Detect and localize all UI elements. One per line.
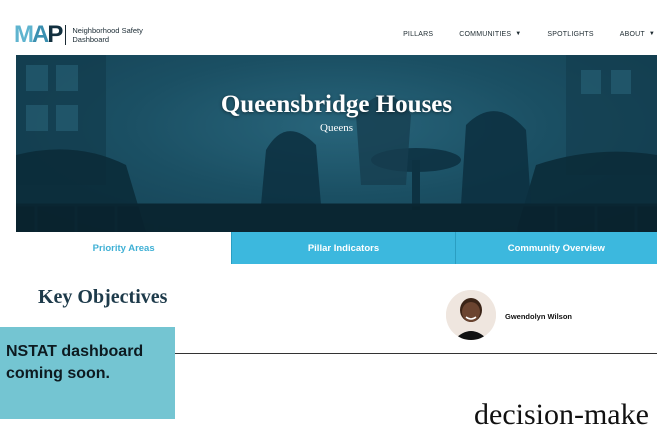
logo-separator	[65, 25, 67, 45]
tab-community-overview[interactable]: Community Overview	[454, 232, 657, 264]
nav-about[interactable]: ABOUT ▼	[620, 31, 655, 38]
nav-spotlights-label: SPOTLIGHTS	[547, 30, 594, 38]
nav-pillars[interactable]: PILLARS	[403, 31, 433, 38]
hero-background-image	[16, 55, 657, 232]
caret-down-icon: ▼	[515, 31, 522, 37]
person-photo	[446, 290, 496, 340]
nav-pillars-label: PILLARS	[403, 30, 434, 38]
nav-communities[interactable]: COMMUNITIES ▼	[459, 31, 521, 38]
nav-about-label: ABOUT	[619, 30, 645, 38]
avatar	[446, 290, 496, 340]
caret-down-icon: ▼	[648, 31, 655, 37]
site-header: MAP Neighborhood Safety Dashboard PILLAR…	[0, 0, 657, 55]
logo-subtitle: Neighborhood Safety Dashboard	[72, 26, 143, 44]
tab-pillar-indicators[interactable]: Pillar Indicators	[231, 232, 455, 264]
borough-subtitle: Queens	[320, 122, 353, 134]
logo[interactable]: MAP Neighborhood Safety Dashboard	[14, 21, 152, 48]
nav-communities-label: COMMUNITIES	[459, 30, 512, 38]
nav-spotlights[interactable]: SPOTLIGHTS	[547, 31, 593, 38]
tab-priority-areas[interactable]: Priority Areas	[16, 232, 232, 264]
nstat-notice-banner: NSTAT dashboard coming soon.	[0, 327, 175, 419]
logo-mark: MAP	[14, 21, 63, 48]
hero-banner: Queensbridge Houses Queens	[16, 55, 657, 232]
main-nav: PILLARS COMMUNITIES ▼ SPOTLIGHTS ABOUT ▼	[377, 26, 657, 42]
partial-body-text: decision-make	[474, 398, 649, 431]
section-tabs: Priority Areas Pillar Indicators Communi…	[16, 232, 657, 264]
notice-text: NSTAT dashboard coming soon.	[6, 343, 144, 382]
page-title: Queensbridge Houses	[220, 91, 453, 118]
section-title: Key Objectives	[38, 286, 168, 308]
section-divider	[175, 353, 657, 354]
author-name: Gwendolyn Wilson	[505, 312, 573, 321]
